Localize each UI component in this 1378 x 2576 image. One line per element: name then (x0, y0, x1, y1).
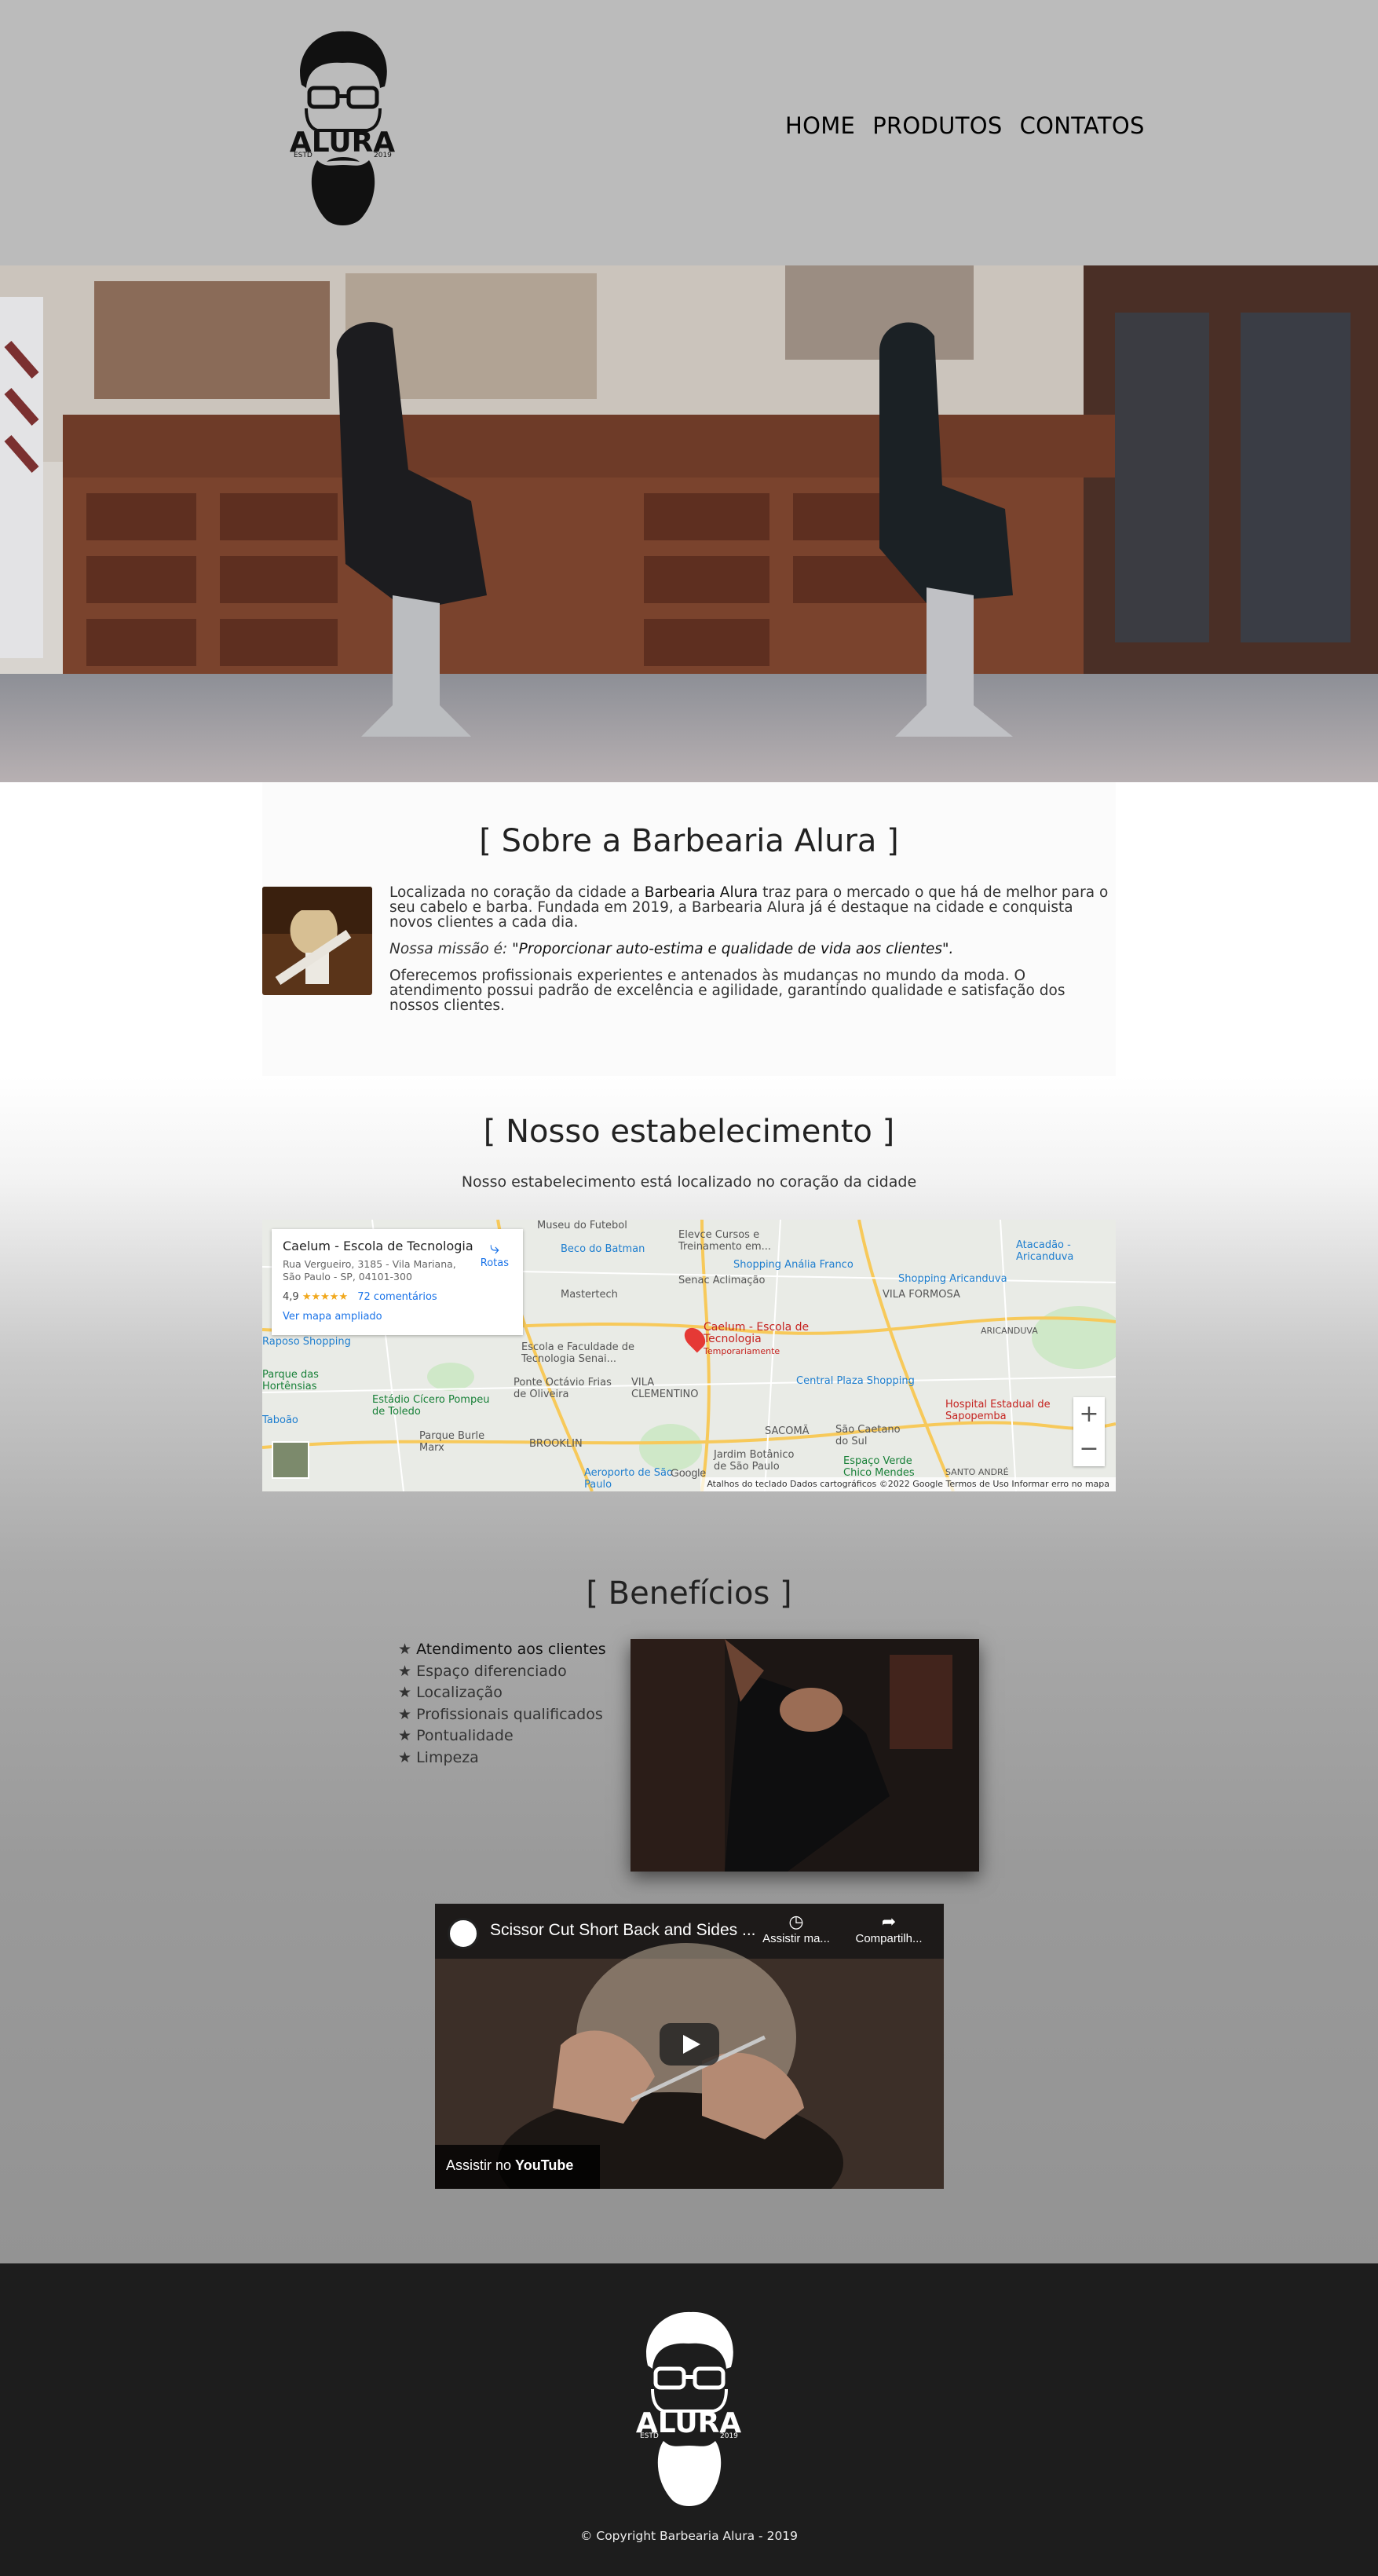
about-text: Localizada no coração da cidade a Barbea… (389, 885, 1116, 1025)
beard-man-logo-icon: ALURA ESTD 2019 (290, 31, 395, 225)
benefit-item: ★ Atendimento aos clientes (398, 1641, 606, 1658)
svg-text:2019: 2019 (720, 2432, 738, 2440)
benefit-item: ★ Limpeza (398, 1748, 479, 1766)
benefit-item: ★ Localização (398, 1684, 503, 1701)
shaving-brush-image (262, 887, 372, 995)
svg-text:2019: 2019 (374, 152, 392, 159)
share-icon: ➦ (881, 1912, 897, 1931)
svg-text:ESTD: ESTD (294, 152, 313, 159)
rating-stars-icon: ★★★★★ (302, 1291, 349, 1303)
benefits-title: [ Benefícios ] (586, 1575, 792, 1612)
place-name: Caelum - Escola de Tecnologia (283, 1239, 473, 1253)
place-card: Caelum - Escola de Tecnologia Rua Vergue… (272, 1229, 523, 1335)
directions-icon: ⤷ (489, 1239, 500, 1258)
clock-icon: ◷ (788, 1912, 804, 1931)
svg-text:ESTD: ESTD (640, 2432, 659, 2440)
play-button-icon[interactable] (660, 2023, 719, 2066)
zoom-controls: + − (1073, 1397, 1105, 1466)
map-footer[interactable]: Atalhos do teclado Dados cartográficos ©… (700, 1477, 1116, 1491)
youtube-video-embed[interactable]: Scissor Cut Short Back and Sides ... ◷ As… (435, 1904, 944, 2189)
watch-on-youtube-link[interactable]: Assistir no YouTube (435, 2145, 600, 2189)
hero-banner-image (0, 265, 1378, 782)
zoom-out-button[interactable]: − (1073, 1432, 1105, 1466)
channel-avatar[interactable] (448, 1918, 479, 1949)
watch-later-button[interactable]: ◷ Assistir ma... (757, 1912, 835, 1945)
place-rating: 4,9 ★★★★★ 72 comentários (283, 1291, 437, 1303)
benefit-item: ★ Espaço diferenciado (398, 1662, 567, 1680)
nav-home[interactable]: HOME (785, 112, 855, 139)
reviews-link[interactable]: 72 comentários (357, 1291, 437, 1303)
benefit-item: ★ Pontualidade (398, 1727, 514, 1744)
about-paragraph-3: Oferecemos profissionais experientes e a… (389, 968, 1065, 1014)
main-nav: HOME PRODUTOS CONTATOS (785, 112, 1145, 139)
larger-map-link[interactable]: Ver mapa ampliado (283, 1311, 512, 1323)
about-paragraph-1: Localizada no coração da cidade a Barbea… (389, 884, 1109, 931)
zoom-in-button[interactable]: + (1073, 1397, 1105, 1432)
nav-contatos[interactable]: CONTATOS (1020, 112, 1145, 139)
mission-paragraph: Nossa missão é: "Proporcionar auto-estim… (389, 941, 954, 957)
benefit-item: ★ Profissionais qualificados (398, 1705, 603, 1723)
location-title: [ Nosso estabelecimento ] (483, 1114, 895, 1150)
directions-button[interactable]: ⤷ Rotas (481, 1239, 509, 1270)
location-subtitle: Nosso estabelecimento está localizado no… (461, 1173, 917, 1191)
video-title[interactable]: Scissor Cut Short Back and Sides ... (490, 1921, 755, 1940)
footer-logo-icon: ALURA ESTD 2019 (636, 2311, 741, 2506)
nav-produtos[interactable]: PRODUTOS (872, 112, 1002, 139)
place-address: Rua Vergueiro, 3185 - Vila Mariana, São P… (283, 1258, 456, 1283)
site-header: ALURA ESTD 2019 HOME PRODUTOS CONTATOS (0, 0, 1378, 265)
benefits-list: ★ Atendimento aos clientes ★ Espaço dife… (398, 1639, 606, 1769)
alura-logo[interactable]: ALURA ESTD 2019 (286, 30, 400, 231)
brand-name-bold: Barbearia Alura (644, 884, 758, 901)
share-button[interactable]: ➦ Compartilh... (850, 1912, 928, 1945)
youtube-logo-icon: YouTube (515, 2157, 574, 2173)
about-title: [ Sobre a Barbearia Alura ] (479, 823, 899, 859)
satellite-toggle[interactable] (272, 1441, 309, 1479)
copyright-text: © Copyright Barbearia Alura - 2019 (579, 2529, 799, 2543)
barber-shaving-photo (631, 1639, 979, 1872)
google-map[interactable]: Caelum - Escola de Tecnologia Temporariam… (262, 1220, 1116, 1491)
